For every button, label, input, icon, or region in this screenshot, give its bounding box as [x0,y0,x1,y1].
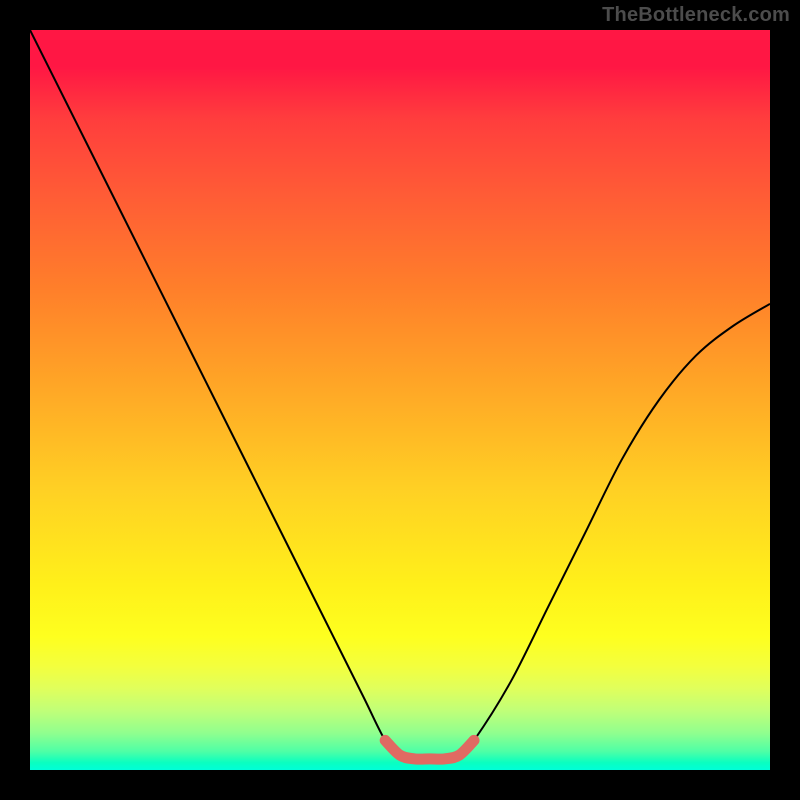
attribution-label: TheBottleneck.com [602,4,790,27]
plot-area [30,30,770,770]
chart-container: TheBottleneck.com [0,0,800,800]
bottom-highlight-path [385,740,474,759]
curve-path [30,30,770,759]
chart-svg [30,30,770,770]
